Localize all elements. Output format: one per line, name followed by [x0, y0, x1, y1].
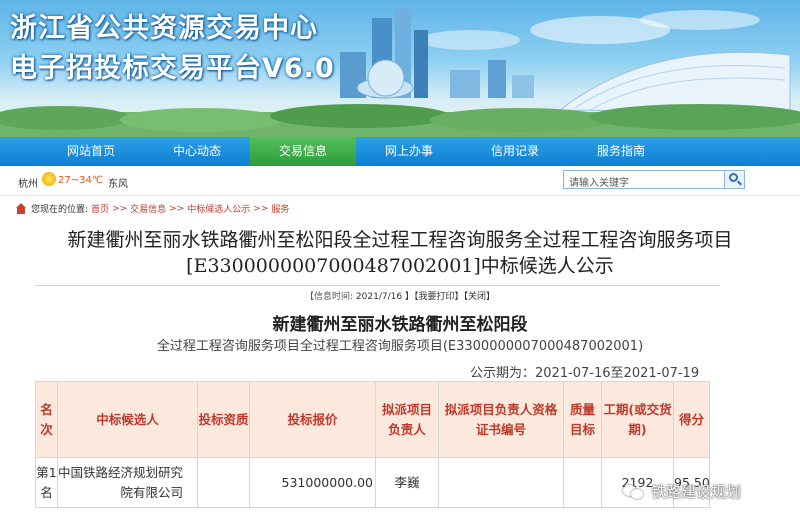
nav-item-home[interactable]: 网站首页: [38, 137, 144, 166]
col-header-quality: 质量目标: [563, 381, 602, 458]
page-title-line2: [E3300000007000487002001]中标候选人公示: [186, 255, 614, 277]
sun-icon: [42, 172, 56, 186]
col-header-price: 投标报价: [249, 381, 376, 458]
close-link[interactable]: 【关闭】: [463, 292, 495, 302]
col-header-candidate: 中标候选人: [57, 381, 198, 458]
page-title-line1: 新建衢州至丽水铁路衢州至松阳段全过程工程咨询服务全过程工程咨询服务项目: [67, 229, 733, 251]
breadcrumb-candidates[interactable]: 中标候选人公示: [187, 202, 250, 215]
col-header-cert-no: 拟派项目负责人资格证书编号: [438, 381, 564, 458]
project-subtitle: 全过程工程咨询服务项目全过程工程咨询服务项目(E3300000007000487…: [156, 339, 644, 354]
nav-item-trading[interactable]: 交易信息: [250, 137, 356, 166]
publicity-period: 公示期为：2021-07-16至2021-07-19: [470, 366, 700, 381]
watermark-text: 铁路建设规划: [651, 483, 742, 501]
project-title: 新建衢州至丽水铁路衢州至松阳段: [272, 315, 528, 335]
date-value: 2021/7/16: [355, 292, 403, 302]
platform-title-line2: 电子招投标交易平台V6.0: [10, 53, 335, 84]
candidates-table: 名次 中标候选人 投标资质 投标报价 拟派项目负责人 拟派项目负责人资格证书编号…: [35, 381, 710, 508]
breadcrumb-separator: >>: [253, 203, 269, 214]
table-header-row: 名次 中标候选人 投标资质 投标报价 拟派项目负责人 拟派项目负责人资格证书编号…: [35, 381, 710, 458]
breadcrumb-service[interactable]: 服务: [271, 202, 289, 215]
header-banner: 浙江省公共资源交易中心 电子招投标交易平台V6.0: [0, 0, 800, 137]
cell-price: 531000000.00: [249, 457, 376, 508]
main-nav: 网站首页 中心动态 交易信息 网上办事 信用记录 服务指南: [0, 137, 800, 166]
breadcrumb: 您现在的位置: 首页 >> 交易信息 >> 中标候选人公示 >> 服务: [15, 202, 292, 215]
wechat-icon: [623, 483, 645, 501]
col-header-qualification: 投标资质: [197, 381, 250, 458]
nav-item-credit[interactable]: 信用记录: [462, 137, 568, 166]
col-header-manager: 拟派项目负责人: [375, 381, 439, 458]
col-header-duration: 工期(或交货期): [601, 381, 674, 458]
weather-temperature: 27~34℃: [58, 175, 104, 186]
table-row: 第1名 中国铁路经济规划研究院有限公司 531000000.00 李巍 2192…: [35, 457, 710, 508]
weather-city: 杭州: [18, 179, 38, 190]
nav-item-news[interactable]: 中心动态: [144, 137, 250, 166]
breadcrumb-trading[interactable]: 交易信息: [130, 202, 166, 215]
date-label: 【信息时间:: [305, 292, 354, 302]
col-header-rank: 名次: [35, 381, 58, 458]
cell-qualification: [197, 457, 250, 508]
nav-item-guide[interactable]: 服务指南: [568, 137, 674, 166]
divider: [35, 285, 720, 286]
cell-quality: [563, 457, 602, 508]
nav-item-online-service[interactable]: 网上办事: [356, 137, 462, 166]
cell-rank: 第1名: [35, 457, 58, 508]
page-title: 新建衢州至丽水铁路衢州至松阳段全过程工程咨询服务全过程工程咨询服务项目 [E33…: [0, 227, 800, 279]
watermark: 铁路建设规划: [623, 481, 741, 502]
breadcrumb-separator: >>: [112, 203, 128, 214]
cell-candidate: 中国铁路经济规划研究院有限公司: [57, 457, 198, 508]
breadcrumb-home[interactable]: 首页: [91, 202, 109, 215]
home-icon: [15, 203, 27, 214]
cell-cert-no: [438, 457, 564, 508]
search-input[interactable]: 请输入关键字: [569, 174, 629, 189]
search-button[interactable]: [724, 171, 744, 188]
platform-title-line1: 浙江省公共资源交易中心: [10, 13, 318, 44]
print-link[interactable]: 】【我要打印】: [405, 292, 464, 302]
col-header-score: 得分: [673, 381, 710, 458]
weather-wind: 东风: [108, 179, 128, 190]
article-meta: 【信息时间: 2021/7/16 】【我要打印】【关闭】: [0, 289, 800, 302]
search-box: 请输入关键字: [563, 170, 745, 189]
breadcrumb-prefix: 您现在的位置:: [31, 205, 89, 215]
cell-manager: 李巍: [375, 457, 439, 508]
breadcrumb-separator: >>: [169, 203, 185, 214]
